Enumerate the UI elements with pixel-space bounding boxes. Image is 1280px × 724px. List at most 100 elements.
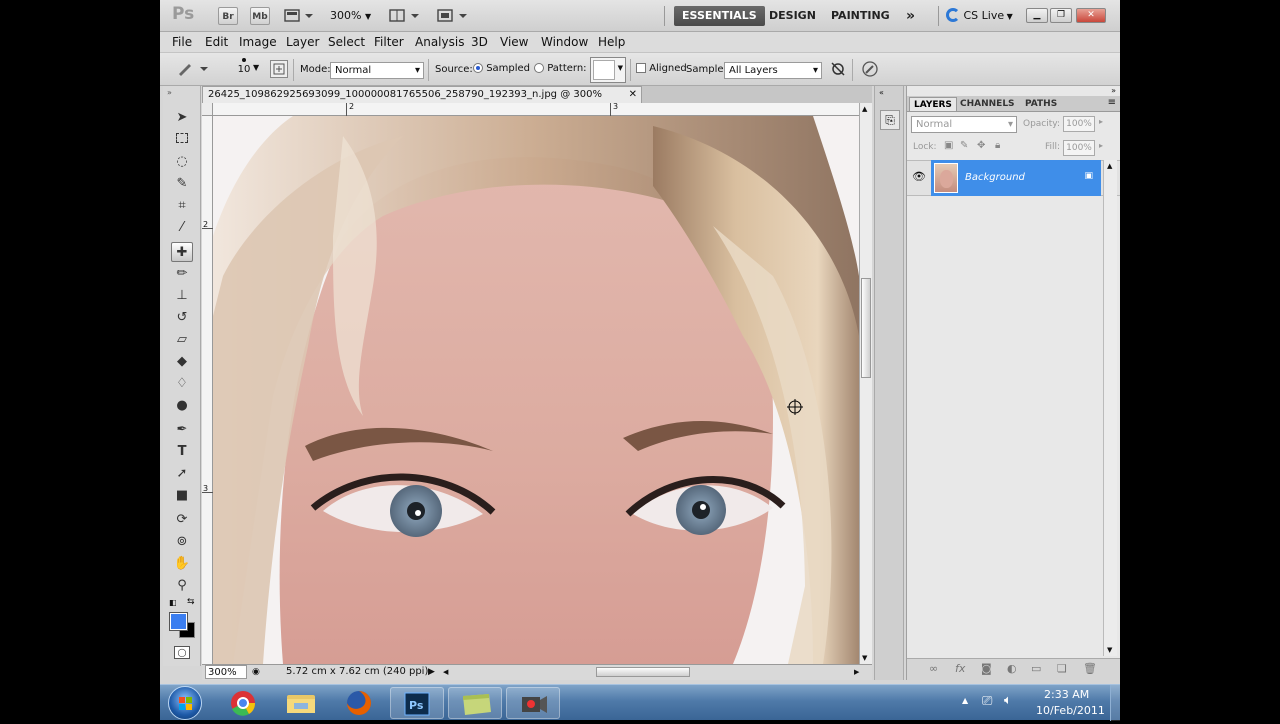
- menu-view[interactable]: View: [500, 35, 528, 49]
- bridge-button[interactable]: Br: [218, 7, 238, 25]
- menu-edit[interactable]: Edit: [205, 35, 228, 49]
- pattern-radio[interactable]: Pattern:: [534, 63, 587, 74]
- screen-mode-button[interactable]: [436, 7, 470, 25]
- blur-tool-icon[interactable]: ♢: [171, 374, 193, 394]
- panel-menu-icon[interactable]: ≡: [1108, 97, 1116, 108]
- default-colors-icon[interactable]: ◧: [169, 598, 177, 607]
- eyedropper-tool-icon[interactable]: ⁄: [171, 218, 193, 238]
- tab-layers[interactable]: LAYERS: [909, 97, 957, 111]
- tool-preset-picker[interactable]: [176, 61, 210, 80]
- tab-paths[interactable]: PATHS: [1021, 97, 1061, 111]
- scroll-right-icon[interactable]: ▶: [854, 665, 859, 679]
- mini-bridge-button[interactable]: Mb: [250, 7, 270, 25]
- ignore-adjustment-layers-button[interactable]: [830, 61, 846, 80]
- scroll-up-icon[interactable]: ▲: [862, 105, 867, 113]
- layer-style-icon[interactable]: fx: [955, 662, 965, 675]
- layer-row-background[interactable]: Background ▣: [931, 160, 1101, 196]
- menu-analysis[interactable]: Analysis: [415, 35, 464, 49]
- delete-layer-icon[interactable]: 🗑︎: [1083, 662, 1097, 675]
- document-canvas[interactable]: [213, 116, 859, 664]
- taskbar-notes[interactable]: [448, 687, 502, 719]
- taskbar-recorder[interactable]: [506, 687, 560, 719]
- horizontal-ruler[interactable]: 2 3: [213, 102, 859, 116]
- new-group-icon[interactable]: ▭: [1031, 662, 1041, 675]
- close-document-icon[interactable]: ✕: [629, 87, 637, 103]
- move-tool-icon[interactable]: ➤: [171, 108, 193, 128]
- ruler-origin[interactable]: [202, 103, 213, 116]
- status-menu-arrow-icon[interactable]: ▶: [428, 665, 435, 679]
- tray-network-icon[interactable]: ⎚: [982, 694, 992, 709]
- 3d-orbit-tool-icon[interactable]: ⊚: [171, 532, 193, 552]
- layer-visibility-eye-icon[interactable]: 👁︎: [910, 170, 928, 184]
- menu-window[interactable]: Window: [541, 35, 588, 49]
- tray-show-hidden-icon[interactable]: ▲: [962, 696, 968, 705]
- vertical-ruler[interactable]: 2 3: [202, 116, 213, 664]
- pattern-picker[interactable]: ▼: [590, 57, 626, 83]
- clone-stamp-tool-icon[interactable]: ⊥: [171, 286, 193, 306]
- taskbar-chrome[interactable]: [216, 687, 270, 719]
- scroll-left-icon[interactable]: ◀: [443, 665, 448, 679]
- cs-live-button[interactable]: CS Live ▼: [946, 7, 1018, 25]
- taskbar-firefox[interactable]: [332, 687, 386, 719]
- close-button[interactable]: ✕: [1076, 8, 1106, 23]
- tray-time[interactable]: 2:33 AM: [1044, 688, 1089, 701]
- opacity-field[interactable]: 100%: [1063, 116, 1095, 132]
- menu-3d[interactable]: 3D: [471, 35, 488, 49]
- marquee-tool-icon[interactable]: [171, 130, 193, 150]
- tab-channels[interactable]: CHANNELS: [956, 97, 1019, 111]
- layers-scrollbar[interactable]: ▲ ▼: [1103, 160, 1117, 656]
- start-button[interactable]: [168, 686, 202, 720]
- paint-bucket-tool-icon[interactable]: ◆: [171, 352, 193, 372]
- adjustment-layer-icon[interactable]: ◐: [1007, 662, 1017, 675]
- scroll-thumb[interactable]: [861, 278, 871, 378]
- blend-mode-select[interactable]: Normal: [911, 116, 1017, 133]
- quick-selection-tool-icon[interactable]: ✎: [171, 174, 193, 194]
- workspace-essentials[interactable]: ESSENTIALS: [674, 6, 765, 26]
- menu-image[interactable]: Image: [239, 35, 277, 49]
- taskbar-photoshop[interactable]: Ps: [390, 687, 444, 719]
- scroll-up-icon[interactable]: ▲: [1107, 162, 1112, 170]
- clone-source-button[interactable]: [270, 60, 288, 78]
- view-extras-button[interactable]: [284, 7, 316, 25]
- history-brush-tool-icon[interactable]: ↺: [171, 308, 193, 328]
- menu-filter[interactable]: Filter: [374, 35, 404, 49]
- tray-date[interactable]: 10/Feb/2011: [1036, 704, 1105, 717]
- mode-select[interactable]: Normal: [330, 62, 424, 79]
- lock-position-icon[interactable]: ✥: [977, 140, 985, 151]
- tray-volume-icon[interactable]: 🔈︎: [1004, 693, 1012, 708]
- zoom-tool-icon[interactable]: ⚲: [171, 576, 193, 596]
- lock-image-icon[interactable]: ✎: [960, 140, 968, 151]
- menu-layer[interactable]: Layer: [286, 35, 319, 49]
- fill-slider-arrow-icon[interactable]: ▸: [1099, 141, 1103, 150]
- lock-all-icon[interactable]: 🔒︎: [995, 140, 1000, 151]
- hand-tool-icon[interactable]: ✋: [171, 554, 193, 574]
- menu-help[interactable]: Help: [598, 35, 625, 49]
- fill-field[interactable]: 100%: [1063, 140, 1095, 156]
- pressure-size-button[interactable]: [861, 60, 879, 81]
- 3d-rotate-tool-icon[interactable]: ⟳: [171, 510, 193, 530]
- aligned-checkbox[interactable]: Aligned: [636, 63, 687, 74]
- workspace-painting[interactable]: PAINTING: [823, 6, 898, 26]
- swap-colors-icon[interactable]: ⇆: [187, 597, 195, 607]
- restore-button[interactable]: ❐: [1050, 8, 1072, 23]
- eraser-tool-icon[interactable]: ▱: [171, 330, 193, 350]
- history-panel-icon[interactable]: ⎘: [880, 110, 900, 130]
- toolbox-collapse-icon[interactable]: »: [167, 88, 172, 97]
- show-desktop-button[interactable]: [1110, 685, 1120, 721]
- zoom-level-dropdown[interactable]: 300% ▼: [330, 7, 376, 25]
- path-selection-tool-icon[interactable]: ➚: [171, 464, 193, 484]
- new-layer-icon[interactable]: ❏: [1057, 662, 1067, 675]
- menu-select[interactable]: Select: [328, 35, 365, 49]
- lock-transparent-icon[interactable]: ▣: [944, 140, 953, 151]
- quick-mask-icon[interactable]: ◯: [174, 646, 190, 659]
- dock-expand-icon[interactable]: «: [879, 88, 884, 97]
- pen-tool-icon[interactable]: ✒: [171, 420, 193, 440]
- menu-file[interactable]: File: [172, 35, 192, 49]
- foreground-color-swatch[interactable]: [169, 612, 188, 631]
- crop-tool-icon[interactable]: ⌗: [171, 196, 193, 216]
- brush-tool-icon[interactable]: ✏: [171, 264, 193, 284]
- lasso-tool-icon[interactable]: ◌: [171, 152, 193, 172]
- brush-picker-arrow[interactable]: ▼: [253, 63, 259, 72]
- sample-select[interactable]: All Layers: [724, 62, 822, 79]
- document-tab[interactable]: 26425_109862925693099_100000081765506_25…: [202, 86, 642, 116]
